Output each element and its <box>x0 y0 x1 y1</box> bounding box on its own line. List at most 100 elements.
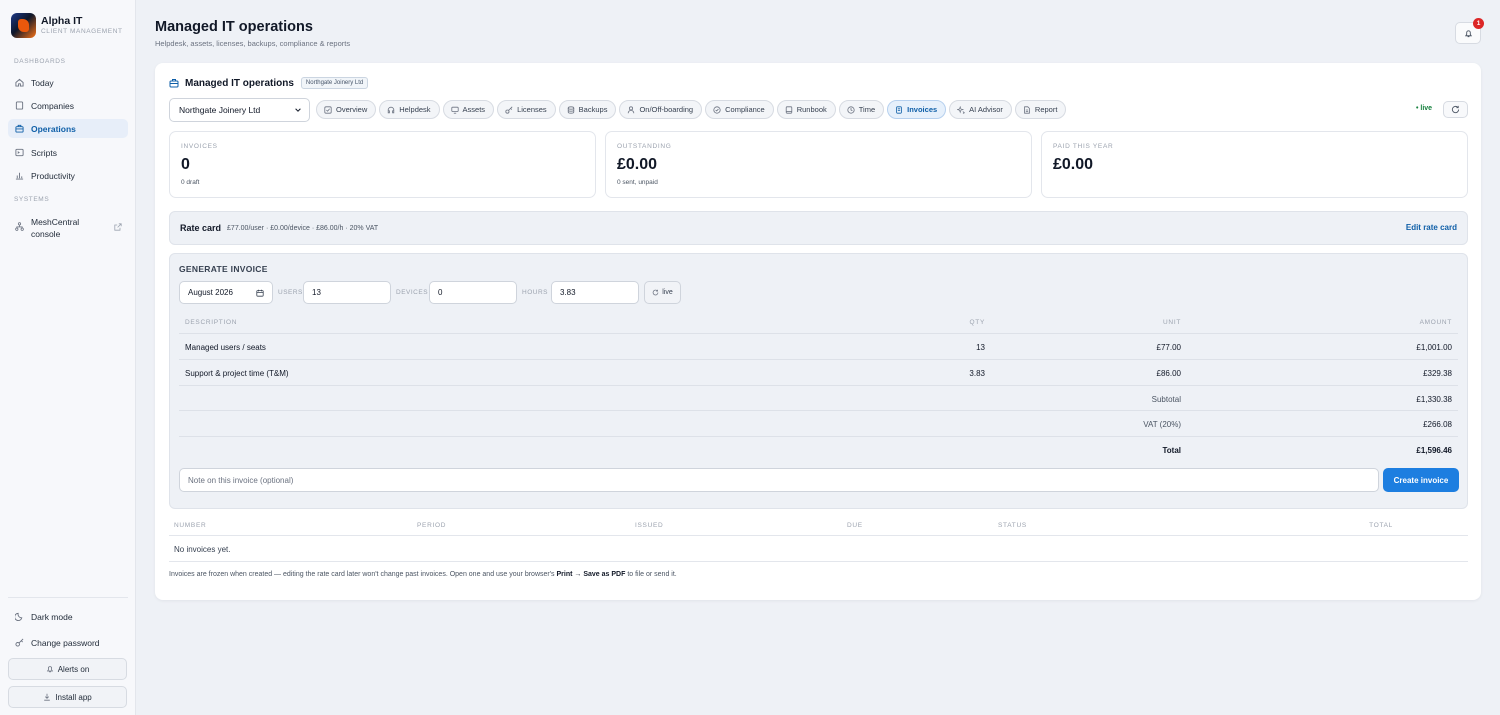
refresh-button[interactable] <box>1443 101 1468 118</box>
tab-label: Helpdesk <box>399 105 431 114</box>
notifications-button[interactable]: 1 <box>1455 18 1484 44</box>
users-input[interactable]: 13 <box>303 281 391 304</box>
tab-label: AI Advisor <box>969 105 1003 114</box>
sidebar-item-label: Productivity <box>31 170 75 181</box>
create-invoice-button[interactable]: Create invoice <box>1383 468 1459 492</box>
total-row: Total £1,596.46 <box>179 437 1458 463</box>
tab-onboarding[interactable]: On/Off-boarding <box>619 100 703 119</box>
tab-helpdesk[interactable]: Helpdesk <box>379 100 440 119</box>
col-amount: AMOUNT <box>1419 319 1452 326</box>
sidebar-item-productivity[interactable]: Productivity <box>8 166 128 185</box>
subtotal-row: Subtotal £1,330.38 <box>179 386 1458 412</box>
company-chip: Northgate Joinery Ltd <box>300 77 369 89</box>
line-amount: £329.38 <box>1423 368 1452 378</box>
sidebar-item-label: Scripts <box>31 147 57 158</box>
edit-rate-card-link[interactable]: Edit rate card <box>1406 223 1457 232</box>
tab-report[interactable]: Report <box>1014 100 1067 119</box>
brand[interactable]: Alpha IT CLIENT MANAGEMENT <box>11 13 123 38</box>
sparkle-icon <box>957 105 966 114</box>
devices-value: 0 <box>438 288 443 297</box>
live-hours-button[interactable]: live <box>644 281 681 304</box>
line-qty: 3.83 <box>969 368 985 378</box>
tab-label: On/Off-boarding <box>639 105 694 114</box>
nav-section-systems: SYSTEMS <box>14 196 50 203</box>
sidebar-item-label: Today <box>31 77 54 88</box>
generate-invoice-section: GENERATE INVOICE August 2026 USERS 13 DE… <box>169 253 1468 509</box>
sidebar-item-label: MeshCentral console <box>31 217 80 239</box>
live-indicator[interactable]: • live <box>1416 105 1432 112</box>
sidebar-item-meshcentral[interactable]: MeshCentral console <box>8 214 128 240</box>
terminal-icon <box>15 148 24 157</box>
page-title: Managed IT operations <box>155 19 313 35</box>
devices-input[interactable]: 0 <box>429 281 517 304</box>
tab-label: Licenses <box>517 105 547 114</box>
change-password-link[interactable]: Change password <box>8 633 128 652</box>
sidebar-item-operations[interactable]: Operations <box>8 119 128 138</box>
sidebar-divider <box>8 597 128 598</box>
stat-sub: 0 sent, unpaid <box>617 179 658 186</box>
tab-assets[interactable]: Assets <box>442 100 495 119</box>
table-header-row: DESCRIPTION QTY UNIT AMOUNT <box>179 315 1458 334</box>
brand-subtitle: CLIENT MANAGEMENT <box>41 28 123 35</box>
bell-icon <box>1464 29 1472 37</box>
home-icon <box>15 78 24 87</box>
tab-licenses[interactable]: Licenses <box>497 100 556 119</box>
sidebar-item-label: Companies <box>31 100 74 111</box>
alerts-button[interactable]: Alerts on <box>8 658 127 680</box>
refresh-icon <box>652 289 659 296</box>
line-description: Managed users / seats <box>185 343 266 352</box>
checkbox-icon <box>324 105 332 114</box>
tab-compliance[interactable]: Compliance <box>705 100 774 119</box>
stat-label: PAID THIS YEAR <box>1053 143 1114 150</box>
footnote-text-end: to file or send it. <box>625 571 677 578</box>
empty-state-row: No invoices yet. <box>169 536 1468 562</box>
external-link-icon <box>114 223 122 231</box>
notification-badge: 1 <box>1473 18 1484 29</box>
table-row: Support & project time (T&M) 3.83 £86.00… <box>179 360 1458 386</box>
tab-label: Overview <box>336 105 368 114</box>
tab-label: Invoices <box>907 105 938 114</box>
tab-label: Runbook <box>796 105 827 114</box>
hours-input[interactable]: 3.83 <box>551 281 639 304</box>
empty-state-text: No invoices yet. <box>174 545 231 554</box>
subtotal-label: Subtotal <box>1151 394 1181 404</box>
col-total: TOTAL <box>1369 522 1393 529</box>
stat-card-paid-this-year: PAID THIS YEAR £0.00 <box>1041 131 1468 198</box>
month-picker[interactable]: August 2026 <box>179 281 273 304</box>
rate-card-title: Rate card <box>180 223 222 233</box>
invoice-lines-table: DESCRIPTION QTY UNIT AMOUNT Managed user… <box>179 315 1458 463</box>
invoice-note-input[interactable]: Note on this invoice (optional) <box>179 468 1379 492</box>
hours-value: 3.83 <box>560 288 576 297</box>
company-select[interactable]: Northgate Joinery Ltd <box>169 98 310 122</box>
tab-bar: Overview Helpdesk Assets Licenses Backup… <box>316 100 1069 119</box>
brand-logo <box>11 13 36 38</box>
building-icon <box>15 101 24 110</box>
headset-icon <box>388 106 395 113</box>
stat-value: £0.00 <box>617 156 658 173</box>
monitor-icon <box>450 106 459 114</box>
tab-overview[interactable]: Overview <box>316 100 377 119</box>
operations-panel: Managed IT operations Northgate Joinery … <box>155 63 1481 600</box>
briefcase-icon <box>169 79 179 88</box>
chevron-down-icon <box>295 108 301 112</box>
live-button-label: live <box>662 289 673 296</box>
tab-invoices[interactable]: Invoices <box>887 100 947 119</box>
dark-mode-toggle[interactable]: Dark mode <box>8 607 128 626</box>
tab-runbook[interactable]: Runbook <box>776 100 836 119</box>
users-value: 13 <box>312 288 321 297</box>
line-unit: £86.00 <box>1156 368 1181 378</box>
sidebar-item-scripts[interactable]: Scripts <box>8 143 128 162</box>
tab-ai-advisor[interactable]: AI Advisor <box>949 100 1012 119</box>
col-due: DUE <box>847 522 863 529</box>
invoice-note-placeholder: Note on this invoice (optional) <box>188 475 294 485</box>
install-app-button[interactable]: Install app <box>8 686 127 708</box>
tab-backups[interactable]: Backups <box>558 100 617 119</box>
sidebar-item-today[interactable]: Today <box>8 73 128 92</box>
sidebar-item-companies[interactable]: Companies <box>8 96 128 115</box>
key-icon <box>15 638 24 647</box>
col-qty: QTY <box>969 319 985 326</box>
col-unit: UNIT <box>1163 319 1181 326</box>
col-number: NUMBER <box>174 522 207 529</box>
download-icon <box>44 693 51 701</box>
tab-time[interactable]: Time <box>838 100 885 119</box>
